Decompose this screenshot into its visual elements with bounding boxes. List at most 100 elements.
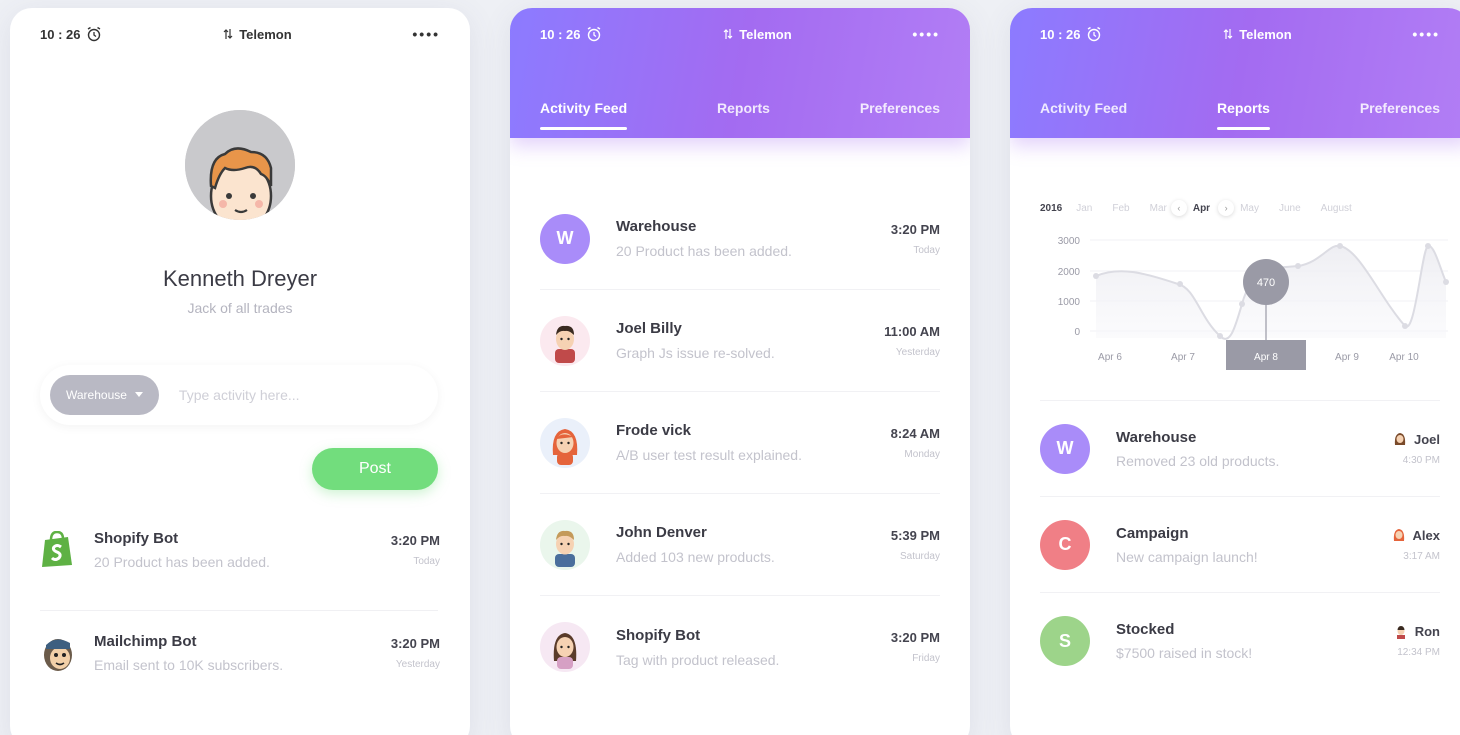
prev-month-button[interactable]: ‹ [1170, 200, 1187, 216]
list-item[interactable]: W Warehouse Removed 23 old products. Joe… [1040, 401, 1440, 497]
post-button[interactable]: Post [312, 448, 438, 490]
assignee-name: Joel [1413, 431, 1440, 447]
y-tick: 3000 [1058, 236, 1081, 247]
signal-dots: •••• [1412, 26, 1440, 42]
activity-feed-screen: 10 : 26 Telemon •••• Activity Feed Repor… [510, 8, 970, 735]
tooltip-value: 470 [1257, 277, 1275, 289]
y-tick: 0 [1074, 327, 1080, 338]
x-tick: Apr 6 [1098, 352, 1122, 363]
profile-role: Jack of all trades [187, 300, 293, 316]
list-item-subtitle: Graph Js issue re-solved. [616, 345, 775, 361]
signal-dots: •••• [912, 26, 940, 42]
list-item-time: 3:20 PM [390, 636, 440, 651]
list-item[interactable]: W Warehouse 20 Product has been added. 3… [540, 188, 940, 290]
person-woman-icon [552, 428, 578, 465]
next-month-button[interactable]: › [1218, 200, 1235, 216]
avatar: W [540, 213, 590, 264]
line-chart: 3000 2000 1000 0 470 Apr 6 Apr 7 Apr 8 A… [1058, 236, 1449, 370]
data-point[interactable] [1443, 279, 1449, 285]
data-point[interactable] [1402, 323, 1408, 329]
list-item-title: John Denver [616, 524, 707, 541]
tab-activity-feed[interactable]: Activity Feed [540, 100, 628, 130]
list-item[interactable]: Frode vick A/B user test result explaine… [540, 392, 940, 494]
category-dropdown[interactable]: Warehouse [50, 375, 159, 415]
signal-arrows-icon [1223, 29, 1233, 39]
data-point[interactable] [1177, 281, 1183, 287]
tab-bar: Activity Feed Reports Preferences [510, 100, 970, 130]
avatar-face-icon [185, 110, 295, 220]
x-tick: Apr 7 [1171, 352, 1195, 363]
month-jan[interactable]: Jan [1076, 203, 1092, 214]
data-point[interactable] [1295, 263, 1301, 269]
list-item-title: Stocked [1116, 621, 1175, 638]
data-point[interactable] [1425, 243, 1431, 249]
month-june[interactable]: June [1279, 203, 1301, 214]
list-item-day: Saturday [899, 550, 940, 562]
month-feb[interactable]: Feb [1112, 203, 1129, 214]
person-man-icon [555, 530, 575, 567]
month-apr[interactable]: Apr [1193, 203, 1210, 214]
list-item[interactable]: John Denver Added 103 new products. 5:39… [540, 494, 940, 596]
list-item-title: Warehouse [1116, 428, 1197, 446]
avatar: C [1040, 519, 1090, 570]
list-item-day: Today [413, 556, 440, 567]
year-label: 2016 [1040, 202, 1063, 214]
y-tick: 2000 [1058, 267, 1081, 278]
list-item-time: 3:20 PM [890, 630, 940, 645]
data-point[interactable] [1217, 333, 1223, 339]
person-man-icon [555, 325, 575, 363]
report-list: W Warehouse Removed 23 old products. Joe… [1040, 400, 1440, 689]
list-item-day: Friday [912, 653, 940, 664]
profile-avatar[interactable] [185, 110, 295, 220]
category-dropdown-label: Warehouse [66, 388, 127, 402]
list-item[interactable]: Shopify Bot Tag with product released. 3… [540, 596, 940, 698]
list-item-day: Yesterday [395, 659, 440, 670]
list-item-title: Mailchimp Bot [94, 633, 197, 650]
activity-input[interactable] [178, 387, 379, 403]
list-item-time: 4:30 PM [1402, 454, 1440, 466]
reports-screen: 10 : 26 Telemon •••• Activity Feed Repor… [1010, 8, 1460, 735]
avatar [540, 519, 590, 570]
list-item[interactable]: Joel Billy Graph Js issue re-solved. 11:… [540, 290, 940, 392]
list-item-title: Campaign [1116, 524, 1189, 542]
month-mar[interactable]: Mar [1150, 203, 1167, 214]
list-item[interactable]: Mailchimp Bot Email sent to 10K subscrib… [40, 618, 440, 688]
list-item-subtitle: A/B user test result explained. [616, 447, 802, 463]
list-item-day: Today [913, 244, 940, 256]
list-item-time: 3:20 PM [890, 221, 940, 237]
x-tick: Apr 9 [1335, 352, 1359, 363]
data-point[interactable] [1093, 273, 1099, 279]
avatar: S [1040, 616, 1090, 666]
divider [40, 610, 438, 611]
list-item-title: Shopify Bot [94, 530, 179, 547]
list-item[interactable]: C Campaign New campaign launch! Alex 3:1… [1040, 497, 1440, 593]
status-bar: 10 : 26 Telemon •••• [510, 8, 970, 60]
caret-down-icon [134, 392, 143, 397]
list-item[interactable]: S Stocked $7500 raised in stock! Ron 12:… [1040, 593, 1440, 689]
month-may[interactable]: May [1240, 203, 1259, 214]
person-woman-icon [1393, 529, 1404, 541]
status-carrier: Telemon [739, 26, 792, 42]
tab-activity-feed[interactable]: Activity Feed [1040, 100, 1127, 130]
list-item-subtitle: New campaign launch! [1116, 548, 1258, 565]
activity-composer: Warehouse [40, 365, 438, 425]
tab-reports[interactable]: Reports [1217, 100, 1270, 130]
list-item-time: 8:24 AM [890, 425, 940, 441]
status-time: 10 : 26 [1040, 26, 1081, 42]
month-august[interactable]: August [1321, 203, 1352, 214]
list-item[interactable]: Shopify Bot 20 Product has been added. 3… [40, 515, 440, 585]
list-item-title: Joel Billy [616, 320, 682, 337]
list-item-title: Warehouse [616, 218, 697, 235]
tab-reports[interactable]: Reports [717, 100, 770, 130]
person-man-icon [1396, 625, 1405, 639]
tab-preferences[interactable]: Preferences [860, 100, 940, 130]
data-point[interactable] [1337, 243, 1343, 249]
avatar [540, 417, 590, 468]
tab-preferences[interactable]: Preferences [1360, 100, 1440, 130]
profile-screen: 10 : 26 Telemon •••• Kenneth Dreyer Jack… [10, 8, 470, 735]
alarm-icon [88, 26, 101, 42]
data-point[interactable] [1239, 301, 1245, 307]
mailchimp-icon [44, 639, 72, 671]
x-tick: Apr 8 [1254, 352, 1278, 363]
status-bar: 10 : 26 Telemon •••• [1010, 8, 1460, 60]
